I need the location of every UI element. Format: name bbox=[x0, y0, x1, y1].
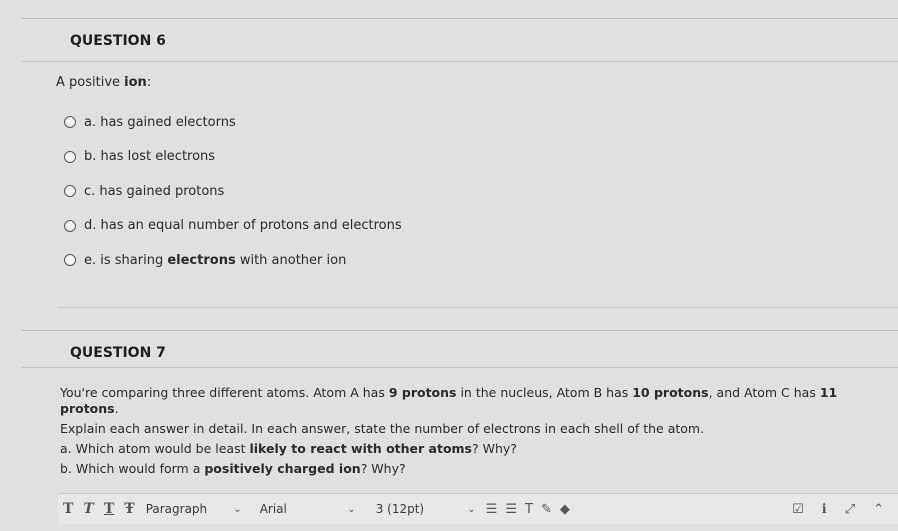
answer-option-e[interactable]: e. is sharing electrons with another ion bbox=[64, 243, 402, 278]
question-7: QUESTION 7 You're comparing three differ… bbox=[22, 330, 898, 531]
italic-button[interactable]: T bbox=[78, 501, 98, 517]
answer-option-b[interactable]: b. has lost electrons bbox=[64, 140, 402, 175]
radio-button[interactable] bbox=[64, 116, 76, 129]
answer-option-c[interactable]: c. has gained protons bbox=[64, 174, 402, 209]
prompt-line-2: Explain each answer in detail. In each a… bbox=[60, 421, 705, 436]
question-title: QUESTION 7 bbox=[70, 345, 166, 361]
prompt-line-4: b. Which would form a positively charged… bbox=[60, 461, 406, 476]
question-header: QUESTION 6 bbox=[22, 19, 898, 62]
question-title: QUESTION 6 bbox=[70, 33, 166, 49]
numbered-list-icon[interactable]: ☰ bbox=[501, 502, 521, 517]
fullscreen-icon[interactable]: ⤢ bbox=[841, 502, 859, 517]
radio-button[interactable] bbox=[64, 219, 76, 232]
answer-option-a[interactable]: a. has gained electorns bbox=[64, 105, 402, 140]
strikethrough-button[interactable]: Ŧ bbox=[119, 501, 139, 517]
question-prompt: You're comparing three different atoms. … bbox=[60, 385, 880, 481]
text-color-icon[interactable]: T bbox=[521, 502, 537, 517]
question-header: QUESTION 7 bbox=[22, 331, 898, 368]
underline-button[interactable]: T bbox=[99, 501, 119, 517]
spellcheck-icon[interactable]: ☑ bbox=[788, 502, 808, 517]
font-size-select[interactable]: 3 (12pt) ⌄ bbox=[370, 502, 482, 516]
question-prompt: A positive ion: bbox=[56, 75, 152, 90]
answer-list: a. has gained electorns b. has lost elec… bbox=[64, 105, 402, 278]
chevron-down-icon: ⌄ bbox=[347, 503, 356, 515]
radio-button[interactable] bbox=[64, 185, 76, 198]
bold-button[interactable]: T bbox=[58, 501, 78, 517]
highlight-pen-icon[interactable]: ✎ bbox=[537, 502, 556, 517]
paragraph-select[interactable]: Paragraph ⌄ bbox=[140, 502, 248, 516]
eraser-icon[interactable]: ◆ bbox=[556, 502, 574, 517]
radio-button[interactable] bbox=[64, 254, 76, 267]
answer-option-d[interactable]: d. has an equal number of protons and el… bbox=[64, 209, 402, 244]
prompt-line-3: a. Which atom would be least likely to r… bbox=[60, 441, 517, 456]
chevron-down-icon: ⌄ bbox=[467, 503, 476, 515]
editor-toolbar: T T T Ŧ Paragraph ⌄ Arial ⌄ 3 (12pt) ⌄ ☰ ☰ … bbox=[58, 493, 898, 524]
question-6: QUESTION 6 A positive ion: a. has gained… bbox=[22, 18, 898, 319]
divider bbox=[58, 307, 898, 308]
prompt-line-1: You're comparing three different atoms. … bbox=[60, 385, 838, 416]
info-icon[interactable]: ℹ bbox=[818, 502, 831, 517]
bullet-list-icon[interactable]: ☰ bbox=[482, 502, 502, 517]
font-select[interactable]: Arial ⌄ bbox=[254, 502, 362, 516]
collapse-icon[interactable]: ⌃ bbox=[869, 502, 888, 517]
chevron-down-icon: ⌄ bbox=[233, 503, 242, 515]
radio-button[interactable] bbox=[64, 150, 76, 163]
